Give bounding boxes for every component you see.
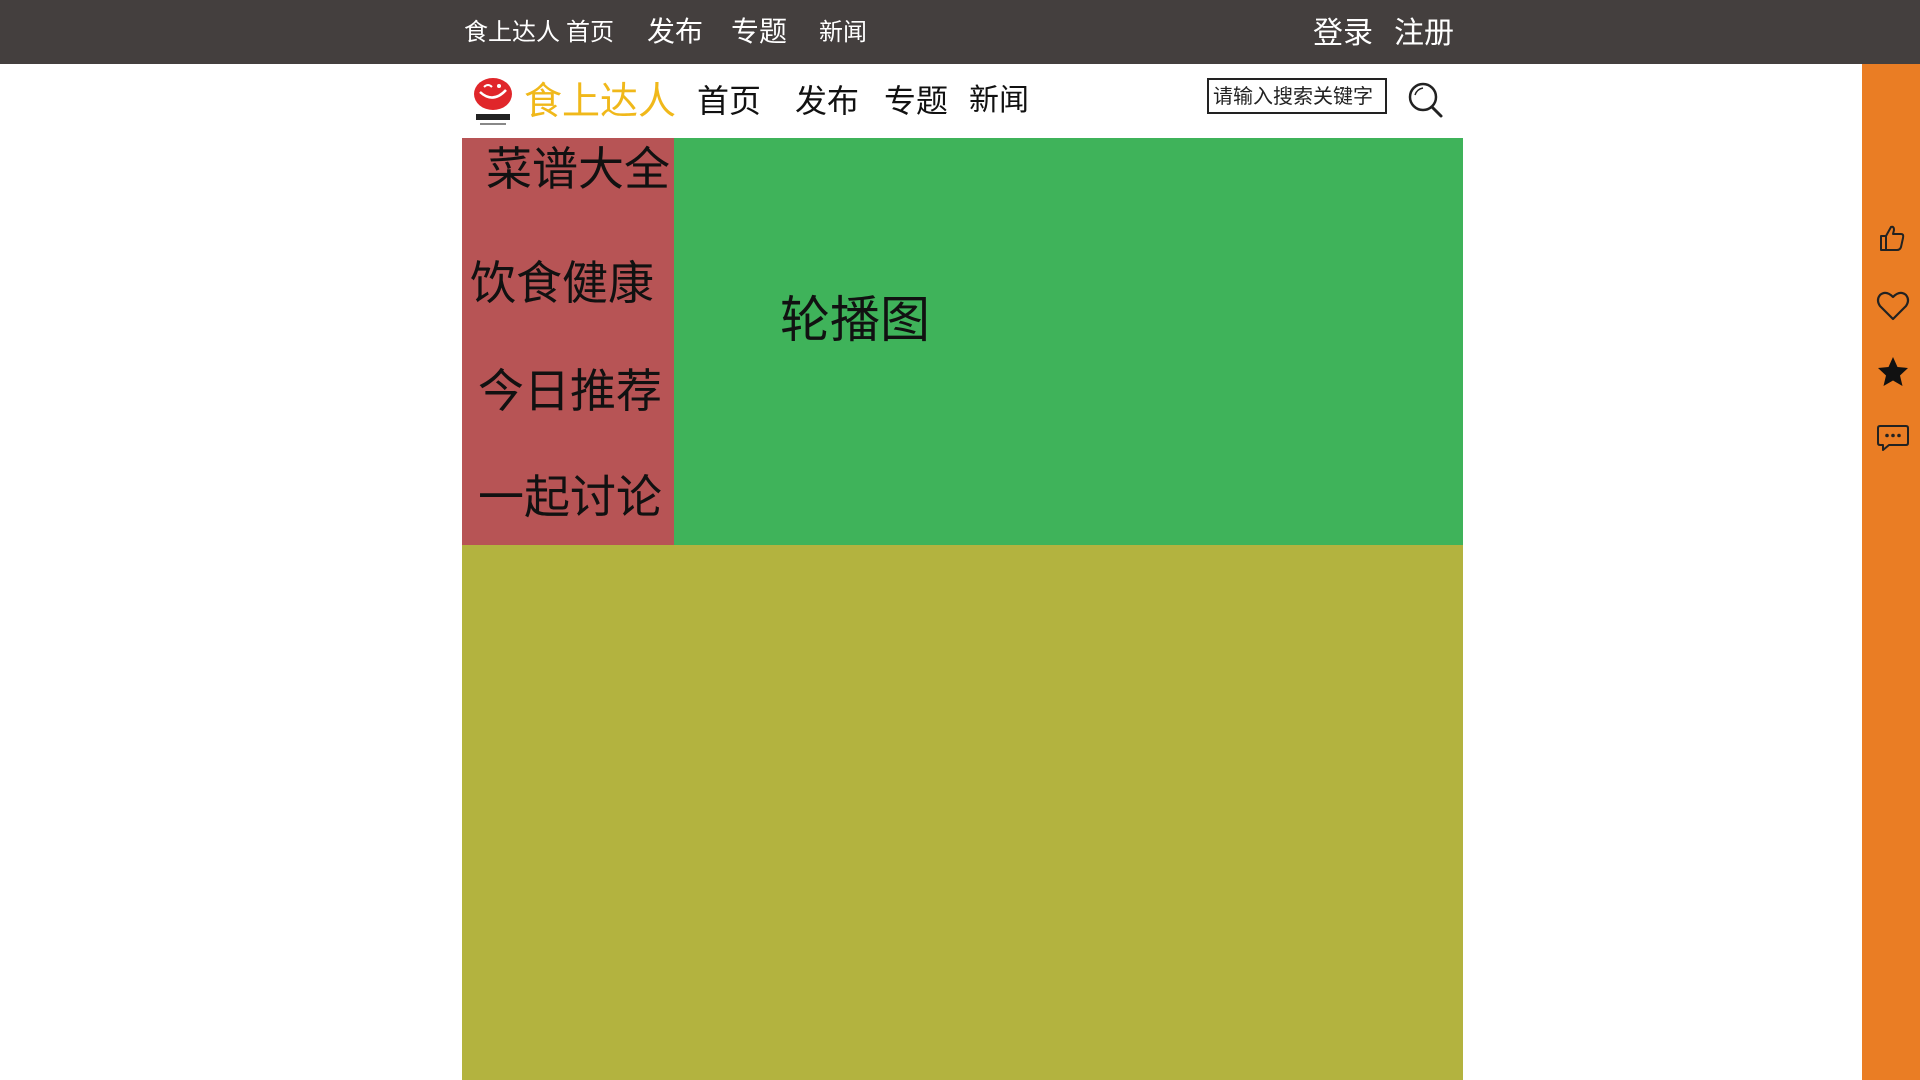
- thumbs-up-icon[interactable]: [1876, 222, 1908, 254]
- search-icon[interactable]: [1406, 80, 1446, 120]
- top-bar: 食上达人 首页 发布 专题 新闻 登录 注册: [0, 0, 1920, 64]
- sidebar-item-today-recommend[interactable]: 今日推荐: [464, 360, 676, 422]
- main-nav-bar: 食上达人 首页 发布 专题 新闻: [462, 64, 1463, 138]
- topbar-topics-link[interactable]: 专题: [731, 0, 787, 64]
- nav-home-link[interactable]: 首页: [697, 64, 761, 138]
- nav-publish-link[interactable]: 发布: [795, 64, 859, 138]
- carousel-label: 轮播图: [780, 291, 930, 349]
- sidebar-item-recipes[interactable]: 菜谱大全: [472, 138, 684, 200]
- chat-icon[interactable]: [1876, 422, 1909, 454]
- content-area: [462, 545, 1463, 1080]
- sidebar-item-healthy-diet[interactable]: 饮食健康: [456, 252, 668, 314]
- carousel[interactable]: 轮播图: [674, 138, 1463, 545]
- star-icon[interactable]: [1876, 356, 1908, 388]
- food-master-logo[interactable]: [472, 76, 514, 128]
- topbar-publish-link[interactable]: 发布: [647, 0, 703, 64]
- login-link[interactable]: 登录: [1313, 2, 1373, 66]
- sidebar-item-discuss[interactable]: 一起讨论: [464, 466, 676, 528]
- topbar-news-link[interactable]: 新闻: [819, 0, 867, 64]
- category-sidebar: 菜谱大全 饮食健康 今日推荐 一起讨论: [462, 138, 674, 545]
- search-input[interactable]: [1207, 78, 1387, 114]
- nav-topics-link[interactable]: 专题: [884, 64, 948, 138]
- floating-side-rail: [1862, 64, 1920, 1080]
- topbar-home-link[interactable]: 首页: [566, 0, 614, 64]
- heart-icon[interactable]: [1876, 290, 1910, 322]
- register-link[interactable]: 注册: [1394, 2, 1454, 66]
- topbar-brand-link[interactable]: 食上达人: [464, 0, 560, 64]
- nav-news-link[interactable]: 新闻: [969, 64, 1029, 138]
- nav-brand-title[interactable]: 食上达人: [524, 64, 676, 138]
